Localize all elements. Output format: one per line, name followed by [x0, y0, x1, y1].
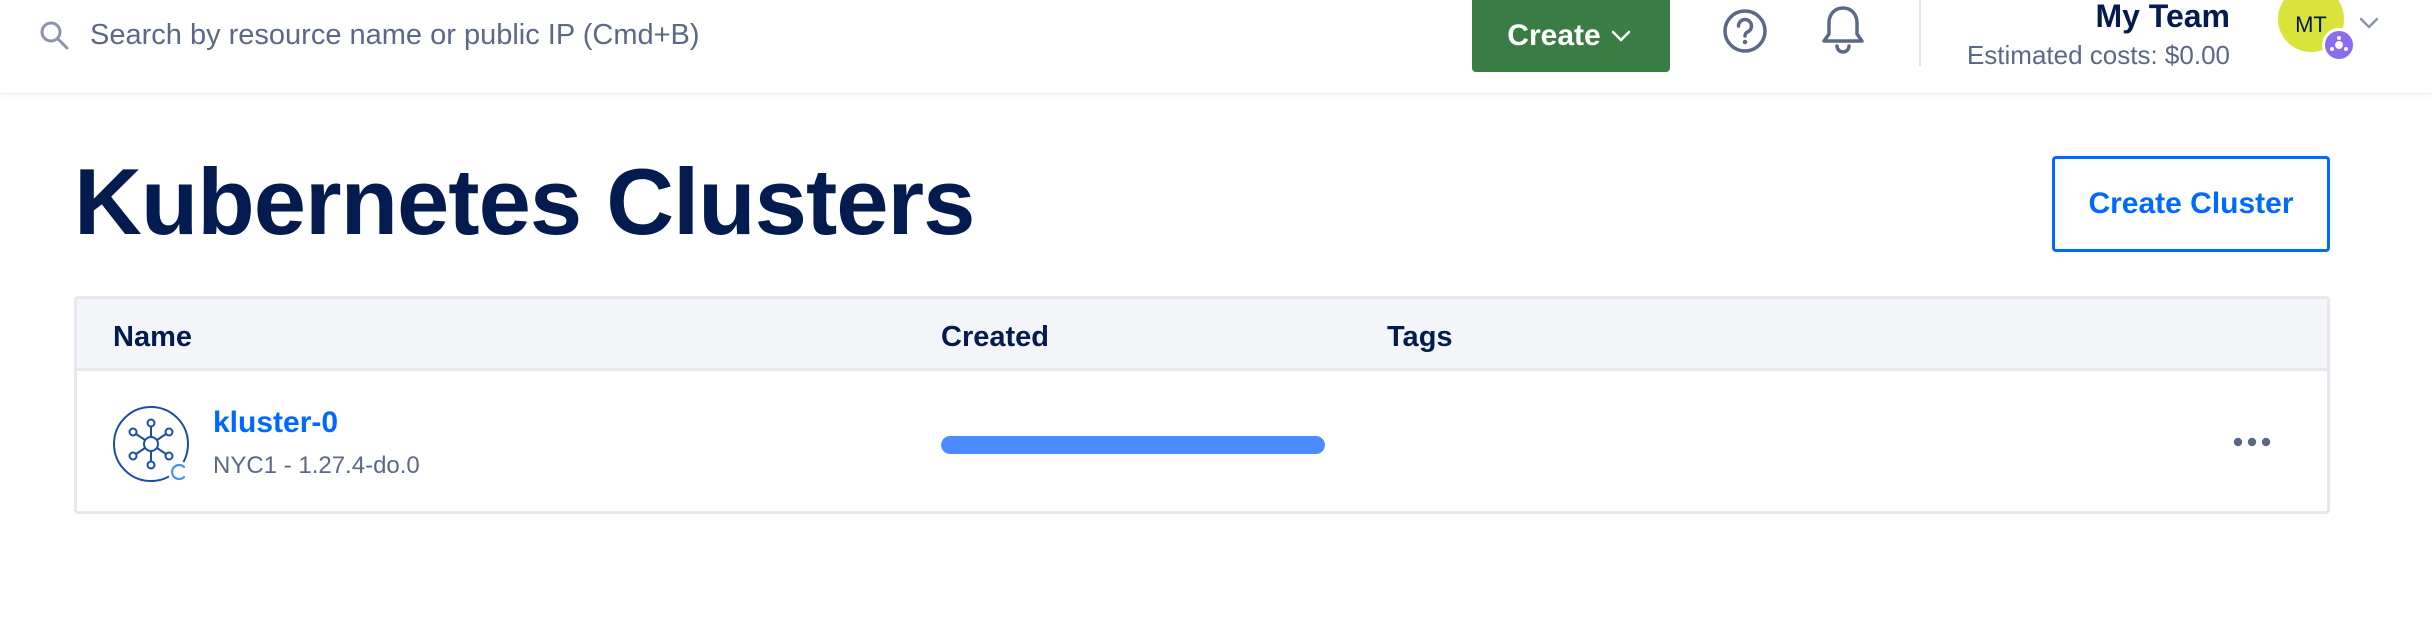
progress-fill — [941, 436, 1325, 454]
chevron-down-icon[interactable] — [2356, 10, 2382, 36]
global-search[interactable] — [34, 14, 934, 56]
search-icon — [34, 15, 74, 55]
question-circle-icon[interactable] — [1720, 6, 1770, 56]
search-input[interactable] — [90, 18, 910, 52]
team-name: My Team — [2095, 0, 2230, 34]
cluster-region-version: NYC1 - 1.27.4-do.0 — [213, 452, 420, 479]
bell-icon[interactable] — [1818, 4, 1868, 58]
column-header-name: Name — [113, 321, 192, 353]
create-cluster-button[interactable]: Create Cluster — [2052, 156, 2330, 252]
top-bar: Create My Team Estimated costs: $0.00 MT — [0, 0, 2432, 94]
more-actions-button[interactable] — [2227, 424, 2277, 464]
column-header-tags: Tags — [1387, 321, 1453, 353]
chevron-down-icon — [1609, 23, 1635, 49]
column-header-created: Created — [941, 321, 1049, 353]
team-switcher[interactable]: My Team Estimated costs: $0.00 — [1930, 0, 2230, 80]
create-menu-button[interactable]: Create — [1472, 0, 1670, 72]
more-horizontal-icon — [2232, 435, 2272, 453]
table-header: Name Created Tags — [77, 299, 2327, 371]
estimated-costs: Estimated costs: $0.00 — [1966, 40, 2230, 70]
avatar-initials: MT — [2295, 12, 2327, 37]
page-title: Kubernetes Clusters — [74, 149, 975, 254]
table-row[interactable]: kluster-0 NYC1 - 1.27.4-do.0 — [77, 374, 2327, 514]
create-button-label: Create — [1507, 19, 1601, 52]
kubernetes-cluster-icon — [111, 404, 193, 486]
created-progress-bar — [941, 436, 1325, 454]
team-badge-icon — [2322, 28, 2356, 62]
clusters-table: Name Created Tags kluster-0 NYC1 - 1.27.… — [74, 296, 2330, 514]
cluster-name-link[interactable]: kluster-0 — [213, 406, 338, 440]
